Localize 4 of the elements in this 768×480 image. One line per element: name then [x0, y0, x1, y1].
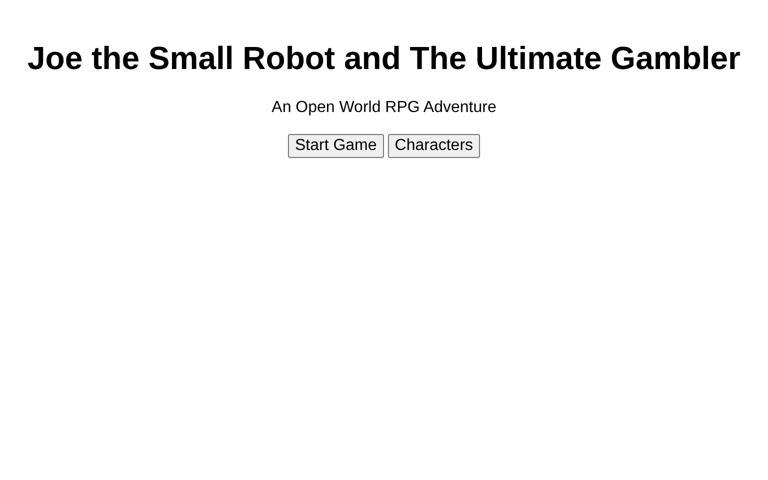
- game-subtitle: An Open World RPG Adventure: [272, 99, 496, 117]
- game-title: Joe the Small Robot and The Ultimate Gambler: [27, 40, 740, 77]
- menu-button[interactable]: Characters: [388, 134, 480, 158]
- menu-button[interactable]: Start Game: [288, 134, 384, 158]
